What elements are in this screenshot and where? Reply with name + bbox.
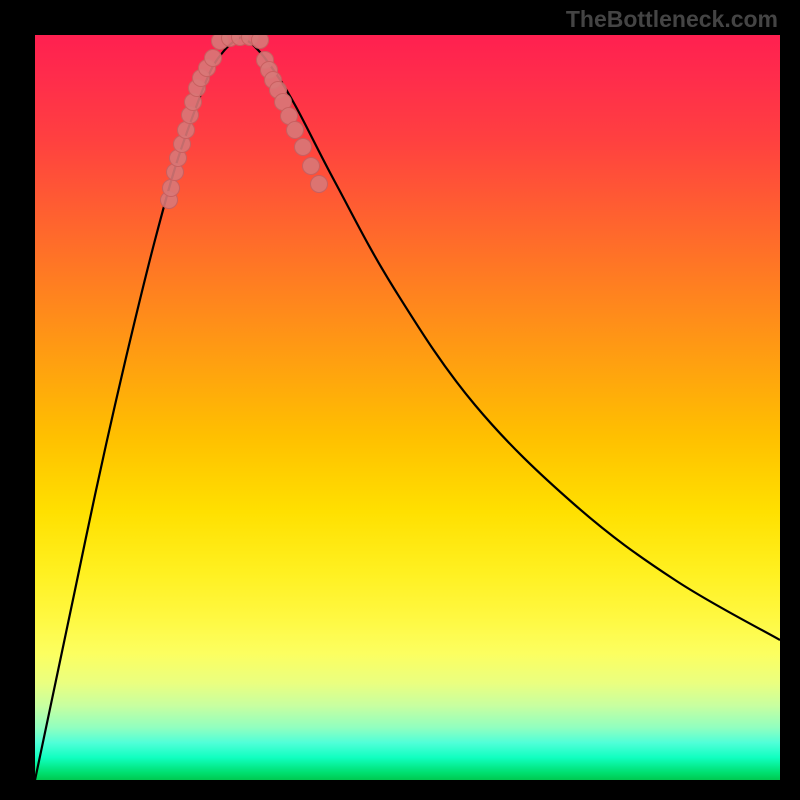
chart-plot-area xyxy=(35,35,780,780)
data-dot xyxy=(178,122,195,139)
data-dots xyxy=(161,35,328,209)
curve-layer xyxy=(35,37,780,780)
data-dot xyxy=(205,50,222,67)
right-curve xyxy=(241,37,780,640)
data-dot xyxy=(252,35,269,49)
data-dot xyxy=(311,176,328,193)
data-dot xyxy=(303,158,320,175)
watermark-text: TheBottleneck.com xyxy=(566,6,778,33)
chart-svg xyxy=(35,35,780,780)
data-dot xyxy=(287,122,304,139)
chart-frame: TheBottleneck.com xyxy=(0,0,800,800)
left-curve xyxy=(35,37,241,780)
data-dot xyxy=(163,180,180,197)
data-dot xyxy=(295,139,312,156)
